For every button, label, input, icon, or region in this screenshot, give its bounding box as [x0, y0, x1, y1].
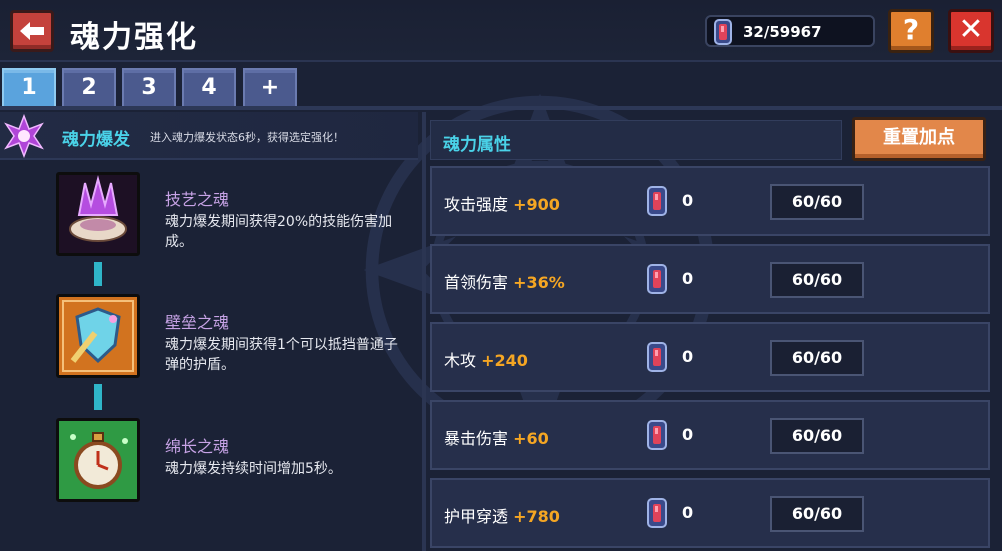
attribute-bonus: +240 — [481, 351, 528, 370]
attribute-bonus: +780 — [513, 507, 560, 526]
tab-4[interactable]: 4 — [182, 68, 236, 106]
attribute-gem-count: 0 — [682, 503, 694, 522]
attribute-gem-count: 0 — [682, 269, 694, 288]
attribute-level-box[interactable]: 60/60 — [770, 262, 864, 298]
purple-crystal-shell-icon — [59, 175, 137, 253]
skill-2-icon-frame[interactable] — [56, 294, 140, 378]
soul-gem-icon — [714, 19, 732, 45]
panel-divider — [422, 112, 426, 551]
help-button[interactable]: ? — [888, 9, 934, 53]
soul-attributes-header: 魂力属性 — [430, 120, 842, 160]
pocket-watch-icon — [59, 421, 137, 499]
skill-3-description: 魂力爆发持续时间增加5秒。 — [165, 461, 342, 477]
close-button[interactable]: ✕ — [948, 9, 994, 53]
shield-sword-icon — [59, 297, 137, 375]
soul-burst-bar: 魂力爆发 进入魂力爆发状态6秒，获得选定强化！ — [0, 112, 418, 160]
soul-gem-icon — [647, 264, 667, 294]
skill-3-name: 绵长之魂 — [165, 437, 230, 456]
soul-burst-description: 进入魂力爆发状态6秒，获得选定强化！ — [150, 131, 344, 144]
add-tab-button[interactable]: + — [243, 68, 297, 106]
attribute-gem-count: 0 — [682, 347, 694, 366]
attribute-name: 首领伤害 +36% — [444, 273, 565, 292]
soul-attributes-label: 魂力属性 — [443, 135, 511, 155]
soul-burst-icon — [4, 114, 44, 158]
attribute-bonus: +36% — [513, 273, 565, 292]
attribute-name: 攻击强度 +900 — [444, 195, 560, 214]
soul-burst-title: 魂力爆发 — [62, 130, 130, 150]
skill-3-icon-frame[interactable] — [56, 418, 140, 502]
attribute-bonus: +60 — [513, 429, 549, 448]
tab-3[interactable]: 3 — [122, 68, 176, 106]
attribute-level-box[interactable]: 60/60 — [770, 184, 864, 220]
currency-value: 32/59967 — [743, 23, 822, 41]
soul-currency-display: 32/59967 — [705, 15, 875, 47]
skill-2-name: 壁垒之魂 — [165, 313, 230, 332]
skill-1-name: 技艺之魂 — [165, 190, 230, 209]
attribute-level-box[interactable]: 60/60 — [770, 496, 864, 532]
attribute-name: 护甲穿透 +780 — [444, 507, 560, 526]
attribute-row: 护甲穿透 +780 0 60/60 — [430, 478, 990, 548]
skill-1-icon-frame[interactable] — [56, 172, 140, 256]
soul-gem-icon — [647, 420, 667, 450]
attribute-bonus: +900 — [513, 195, 560, 214]
soul-gem-icon — [647, 498, 667, 528]
skill-1-description: 魂力爆发期间获得20%的技能伤害加成。 — [165, 214, 393, 250]
header-bar: 魂力强化 32/59967 ? ✕ — [0, 0, 1002, 62]
attribute-row: 首领伤害 +36% 0 60/60 — [430, 244, 990, 314]
soul-gem-icon — [647, 342, 667, 372]
tab-2[interactable]: 2 — [62, 68, 116, 106]
attribute-row: 暴击伤害 +60 0 60/60 — [430, 400, 990, 470]
skill-connector — [94, 262, 102, 286]
attribute-gem-count: 0 — [682, 191, 694, 210]
tab-1[interactable]: 1 — [2, 68, 56, 106]
back-arrow-icon — [20, 22, 44, 40]
tab-strip — [0, 106, 1002, 110]
attribute-level-box[interactable]: 60/60 — [770, 418, 864, 454]
skill-2-description: 魂力爆发期间获得1个可以抵挡普通子弹的护盾。 — [165, 337, 398, 373]
page-title: 魂力强化 — [70, 20, 198, 55]
attribute-row: 攻击强度 +900 0 60/60 — [430, 166, 990, 236]
reset-points-button[interactable]: 重置加点 — [852, 117, 986, 161]
attribute-row: 木攻 +240 0 60/60 — [430, 322, 990, 392]
attribute-name: 暴击伤害 +60 — [444, 429, 549, 448]
attribute-gem-count: 0 — [682, 425, 694, 444]
skill-connector — [94, 384, 102, 410]
soul-gem-icon — [647, 186, 667, 216]
attribute-name: 木攻 +240 — [444, 351, 528, 370]
attribute-level-box[interactable]: 60/60 — [770, 340, 864, 376]
back-button[interactable] — [10, 10, 54, 52]
